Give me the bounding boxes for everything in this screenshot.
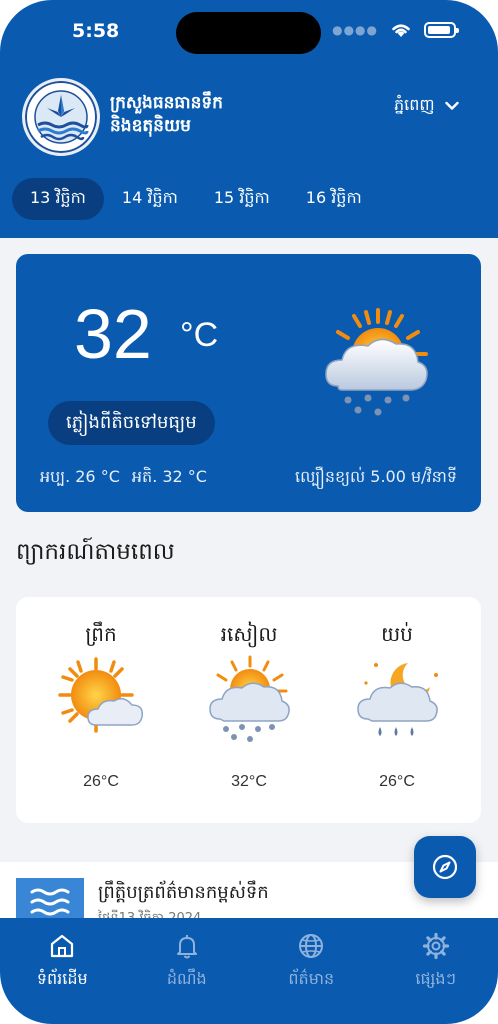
slot-temperature: 26°C (379, 773, 415, 790)
signal-icon: ●●●● (332, 23, 378, 37)
slot-label: រសៀល (220, 622, 278, 646)
chevron-down-icon (444, 101, 459, 110)
location-selector[interactable]: ភ្នំពេញ (394, 94, 459, 118)
nav-alerts-label: ដំណឹង (166, 969, 207, 988)
home-icon (51, 934, 74, 958)
nav-more-label: ផ្សេងៗ (415, 969, 457, 988)
moon-cloud-rain-icon (352, 655, 444, 751)
ministry-logo (22, 78, 100, 156)
wifi-icon (392, 24, 410, 37)
dynamic-island (176, 12, 321, 54)
date-tab-13[interactable]: 13 វិច្ឆិកា (12, 178, 104, 220)
org-name-line2: និងឧតុនិយម (110, 116, 191, 136)
news-title: ព្រឹត្តិបត្រព័ត៌មានកម្ពស់ទឹក (98, 882, 269, 903)
gear-icon (422, 932, 449, 960)
forecast-title: ព្យាករណ៍តាមពេល (16, 539, 175, 565)
forecast-slot-morning: ព្រឹក 26°C (36, 597, 166, 823)
date-tabs: 13 វិច្ឆិកា 14 វិច្ឆិកា 15 វិច្ឆិកា 16 វ… (12, 178, 380, 220)
compass-button[interactable] (414, 836, 476, 898)
compass-icon (432, 854, 458, 880)
forecast-card: ព្រឹក 26°C រសៀល 32°C យប់ 26°C (16, 597, 481, 823)
org-name: ក្រសួងធនធានទឹក និងឧតុនិយម (110, 92, 310, 138)
header: 5:58 ●●●● ក្រសួងធនធានទឹក និងឧតុនិយម ភ្នំ… (0, 0, 498, 238)
date-tab-16[interactable]: 16 វិច្ឆិកា (288, 178, 380, 220)
sun-cloud-icon (56, 655, 148, 751)
nav-home[interactable]: ទំព័រដើម (0, 918, 125, 1024)
bell-icon (176, 935, 197, 959)
app-screen: 5:58 ●●●● ក្រសួងធនធានទឹក និងឧតុនិយម ភ្នំ… (0, 0, 498, 1024)
forecast-slot-night: យប់ 26°C (332, 597, 462, 823)
battery-icon (424, 22, 459, 38)
condition-badge: ភ្លៀងពីតិចទៅមធ្យម (48, 401, 215, 445)
max-temperature: អតិ. 32 °C (131, 467, 207, 486)
slot-temperature: 26°C (83, 773, 119, 790)
min-temperature: អប្ប. 26 °C (40, 467, 120, 486)
current-weather-card: 32 °C ភ្លៀងពីតិចទៅមធ្យម អប្ប. 26 °C អតិ.… (16, 254, 481, 512)
nav-news[interactable]: ព័ត៌មាន (249, 918, 374, 1024)
org-name-line1: ក្រសួងធនធានទឹក (110, 93, 223, 113)
forecast-slot-afternoon: រសៀល 32°C (184, 597, 314, 823)
min-max-temperature: អប្ប. 26 °C អតិ. 32 °C (40, 466, 207, 490)
globe-icon (299, 934, 324, 958)
date-tab-14[interactable]: 14 វិច្ឆិកា (104, 178, 196, 220)
nav-home-label: ទំព័រដើម (36, 969, 88, 988)
nav-news-label: ព័ត៌មាន (288, 969, 335, 988)
current-temperature: 32 (74, 295, 152, 373)
bottom-nav: ទំព័រដើម ដំណឹង ព័ត៌មាន ផ្សេងៗ (0, 918, 498, 1024)
sun-cloud-rain-icon (318, 304, 438, 428)
status-icons: ●●●● (332, 22, 459, 38)
temperature-unit: °C (180, 316, 219, 354)
sun-cloud-rain-icon (204, 655, 296, 751)
wind-speed: ល្បឿនខ្យល់ 5.00 ម/វិនាទី (295, 467, 457, 486)
status-time: 5:58 (72, 20, 120, 42)
slot-label: យប់ (381, 622, 413, 646)
nav-more[interactable]: ផ្សេងៗ (374, 918, 498, 1024)
location-label: ភ្នំពេញ (394, 95, 435, 114)
date-tab-15[interactable]: 15 វិច្ឆិកា (196, 178, 288, 220)
slot-label: ព្រឹក (85, 622, 117, 646)
slot-temperature: 32°C (231, 773, 267, 790)
nav-alerts[interactable]: ដំណឹង (125, 918, 250, 1024)
